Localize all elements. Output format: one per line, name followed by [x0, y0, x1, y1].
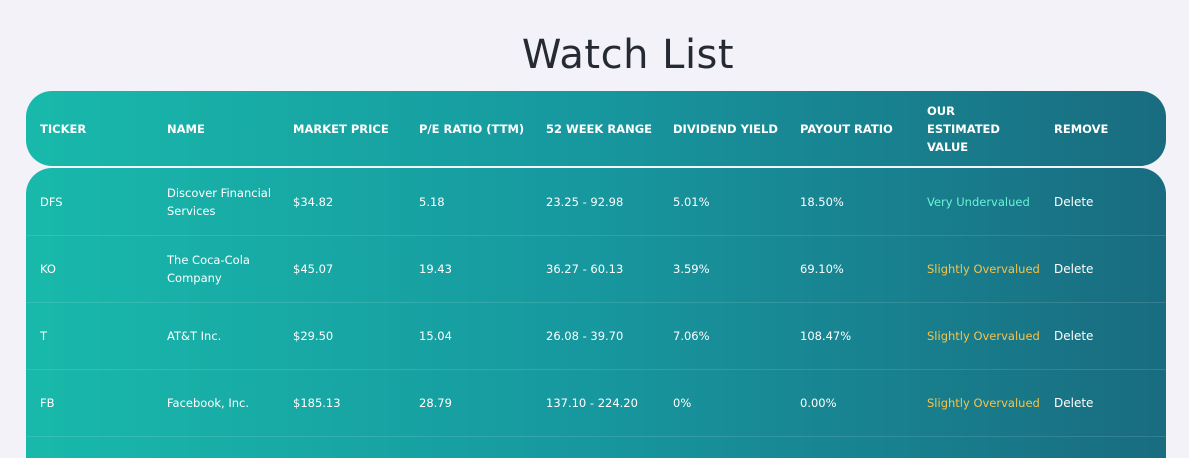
yield-cell: 3.59% — [673, 261, 710, 276]
price-cell: $45.07 — [293, 261, 334, 276]
estimate-cell: Slightly Overvalued — [927, 261, 1040, 276]
payout-cell: 0.00% — [800, 395, 837, 410]
name-cell: Discover Financial Services — [167, 185, 272, 218]
price-cell: $29.50 — [293, 328, 334, 343]
header-remove: REMOVE — [1054, 121, 1109, 136]
estimate-cell: Slightly Overvalued — [927, 395, 1040, 410]
ticker-cell: FB — [40, 395, 55, 410]
name-cell: AT&T Inc. — [167, 328, 222, 343]
header-52-week-range: 52 WEEK RANGE — [546, 121, 652, 136]
page-title: Watch List — [521, 32, 735, 78]
header-dividend-yield: DIVIDEND YIELD — [673, 121, 778, 136]
range-cell: 23.25 - 92.98 — [546, 194, 624, 209]
delete-button[interactable]: Delete — [1054, 235, 1154, 302]
ticker-cell: T — [40, 328, 48, 343]
name-cell: Facebook, Inc. — [167, 395, 250, 410]
table-body: DFS Discover Financial Services $34.82 5… — [26, 168, 1166, 458]
delete-button[interactable]: Delete — [1054, 369, 1154, 436]
header-pe-ratio: P/E RATIO (TTM) — [419, 121, 525, 136]
table-row: DFS Discover Financial Services $34.82 5… — [26, 168, 1166, 236]
payout-cell: 108.47% — [800, 328, 852, 343]
table-row: KO The Coca-Cola Company $45.07 19.43 36… — [26, 235, 1166, 303]
header-ticker: TICKER — [40, 121, 87, 136]
pe-cell: 5.18 — [419, 194, 445, 209]
table-header: TICKER NAME MARKET PRICE P/E RATIO (TTM)… — [26, 91, 1166, 166]
yield-cell: 5.01% — [673, 194, 710, 209]
estimate-cell: Very Undervalued — [927, 194, 1030, 209]
header-payout-ratio: PAYOUT RATIO — [800, 121, 893, 136]
pe-cell: 28.79 — [419, 395, 452, 410]
header-market-price: MARKET PRICE — [293, 121, 389, 136]
header-name: NAME — [167, 121, 205, 136]
pe-cell: 19.43 — [419, 261, 452, 276]
yield-cell: 7.06% — [673, 328, 710, 343]
estimate-cell: Slightly Overvalued — [927, 328, 1040, 343]
table-row: FB Facebook, Inc. $185.13 28.79 137.10 -… — [26, 369, 1166, 437]
range-cell: 26.08 - 39.70 — [546, 328, 624, 343]
delete-button[interactable]: Delete — [1054, 302, 1154, 369]
range-cell: 137.10 - 224.20 — [546, 395, 638, 410]
header-estimated-value: OUR ESTIMATED VALUE — [927, 103, 1000, 154]
yield-cell: 0% — [673, 395, 692, 410]
table-row: T AT&T Inc. $29.50 15.04 26.08 - 39.70 7… — [26, 302, 1166, 370]
name-cell: The Coca-Cola Company — [167, 252, 250, 285]
price-cell: $185.13 — [293, 395, 341, 410]
ticker-cell: KO — [40, 261, 56, 276]
ticker-cell: DFS — [40, 194, 63, 209]
payout-cell: 69.10% — [800, 261, 844, 276]
payout-cell: 18.50% — [800, 194, 844, 209]
pe-cell: 15.04 — [419, 328, 452, 343]
delete-button[interactable]: Delete — [1054, 168, 1154, 235]
range-cell: 36.27 - 60.13 — [546, 261, 624, 276]
price-cell: $34.82 — [293, 194, 334, 209]
